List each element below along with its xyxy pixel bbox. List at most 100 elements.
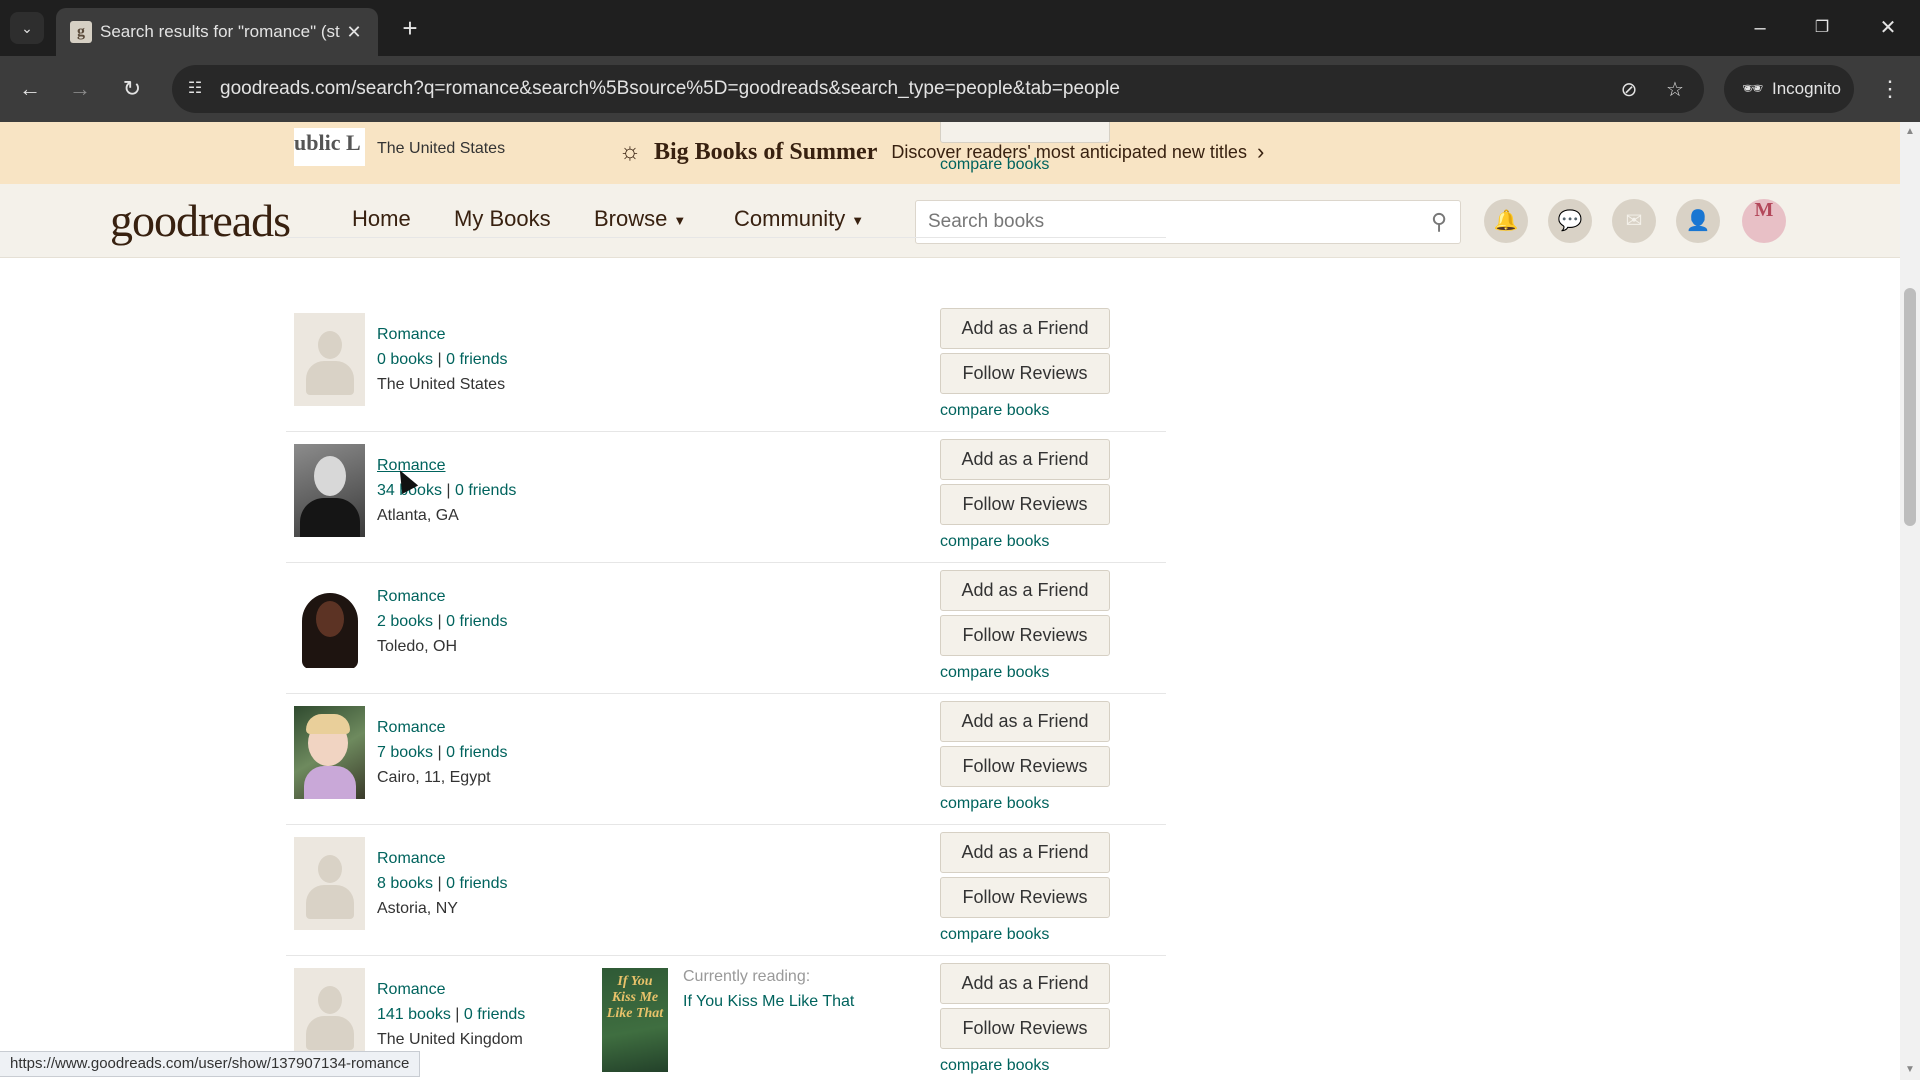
add-friend-button[interactable]: Add as a Friend: [940, 570, 1110, 611]
page-viewport: ☼ Big Books of Summer Discover readers' mo…: [0, 122, 1900, 1080]
compare-books-link[interactable]: compare books: [940, 156, 1049, 174]
add-friend-button[interactable]: Add as a Friend: [940, 439, 1110, 480]
add-friend-button[interactable]: Add as a Friend: [940, 308, 1110, 349]
compare-books-link[interactable]: compare books: [940, 402, 1049, 420]
search-icon[interactable]: ⚲: [1426, 209, 1452, 235]
currently-reading-label: Currently reading:: [683, 968, 811, 985]
scroll-down-arrow-icon[interactable]: ▼: [1900, 1060, 1920, 1080]
close-window-icon[interactable]: ✕: [1874, 14, 1902, 42]
messages-icon[interactable]: ✉: [1612, 199, 1656, 243]
tab-search-menu-button[interactable]: ⌄: [10, 12, 44, 44]
profile-picture-placeholder[interactable]: [294, 313, 365, 406]
follow-reviews-button[interactable]: [940, 122, 1110, 143]
location-text: Atlanta, GA: [377, 507, 459, 524]
user-stats: 141 books | 0 friends: [377, 1006, 526, 1023]
location-text: Toledo, OH: [377, 638, 458, 655]
profile-picture[interactable]: [294, 444, 365, 537]
result-row: Romance 7 books | 0 friends Cairo, 11, E…: [286, 694, 1166, 825]
result-row: Romance 34 books | 0 friends Atlanta, GA…: [286, 432, 1166, 563]
goodreads-favicon-icon: g: [70, 21, 92, 43]
books-count-link[interactable]: 7 books: [377, 744, 433, 761]
add-friend-button[interactable]: Add as a Friend: [940, 963, 1110, 1004]
scroll-up-arrow-icon[interactable]: ▲: [1900, 122, 1920, 142]
browser-tabstrip: ⌄ g Search results for "romance" (st ✕ +…: [0, 0, 1920, 56]
friends-count-link[interactable]: 0 friends: [446, 613, 507, 630]
minimize-icon[interactable]: –: [1746, 14, 1774, 42]
user-stats: 7 books | 0 friends: [377, 744, 508, 761]
compare-books-link[interactable]: compare books: [940, 533, 1049, 551]
friends-count-link[interactable]: 0 friends: [446, 351, 507, 368]
location-text: Astoria, NY: [377, 900, 458, 917]
user-name-link[interactable]: Romance: [377, 981, 445, 999]
chevron-right-icon: ›: [1256, 139, 1265, 164]
books-count-link[interactable]: 8 books: [377, 875, 433, 892]
books-count-link[interactable]: 2 books: [377, 613, 433, 630]
browser-toolbar: ← → ↻ ☷ goodreads.com/search?q=romance&s…: [0, 56, 1920, 122]
user-name-link[interactable]: Romance: [377, 719, 445, 737]
location-text: The United States: [377, 140, 506, 157]
browser-tab[interactable]: g Search results for "romance" (st ✕: [56, 8, 378, 56]
tab-title: Search results for "romance" (st: [100, 22, 340, 41]
compare-books-link[interactable]: compare books: [940, 795, 1049, 813]
currently-reading-book-link[interactable]: If You Kiss Me Like That: [683, 993, 854, 1011]
goodreads-logo[interactable]: goodreads: [110, 194, 291, 247]
discussions-icon[interactable]: 💬: [1548, 199, 1592, 243]
reload-icon[interactable]: ↻: [116, 73, 148, 105]
profile-picture[interactable]: [294, 706, 365, 799]
back-icon[interactable]: ←: [14, 73, 46, 105]
friends-count-link[interactable]: 0 friends: [464, 1006, 525, 1023]
profile-picture-placeholder[interactable]: [294, 837, 365, 930]
compare-books-link[interactable]: compare books: [940, 926, 1049, 944]
follow-reviews-button[interactable]: Follow Reviews: [940, 877, 1110, 918]
incognito-indicator[interactable]: 🕶 Incognito: [1724, 65, 1854, 113]
user-name-link[interactable]: Romance: [377, 326, 445, 344]
compare-books-link[interactable]: compare books: [940, 1057, 1049, 1075]
bookmark-star-icon[interactable]: ☆: [1662, 77, 1688, 103]
result-row: Romance 0 books | 0 friends The United S…: [286, 301, 1166, 432]
friends-count-link[interactable]: 0 friends: [455, 482, 516, 499]
follow-reviews-button[interactable]: Follow Reviews: [940, 746, 1110, 787]
user-name-link[interactable]: Romance: [377, 588, 445, 606]
user-stats: 0 books | 0 friends: [377, 351, 508, 368]
location-text: Cairo, 11, Egypt: [377, 769, 491, 786]
new-tab-icon[interactable]: +: [396, 14, 424, 42]
site-settings-icon[interactable]: ☷: [182, 76, 208, 102]
books-count-link[interactable]: 141 books: [377, 1006, 451, 1023]
result-row: Romance 2 books | 0 friends Toledo, OH A…: [286, 563, 1166, 694]
add-friend-button[interactable]: Add as a Friend: [940, 701, 1110, 742]
result-row-partial: ublic L The United States compare books: [286, 122, 1166, 238]
profile-avatar[interactable]: M: [1742, 199, 1786, 243]
user-stats: 2 books | 0 friends: [377, 613, 508, 630]
link-status-bar: https://www.goodreads.com/user/show/1379…: [0, 1051, 421, 1077]
profile-picture[interactable]: [294, 575, 365, 668]
compare-books-link[interactable]: compare books: [940, 664, 1049, 682]
book-cover-text: If You Kiss Me Like That: [606, 974, 664, 1021]
notifications-bell-icon[interactable]: 🔔: [1484, 199, 1528, 243]
address-bar[interactable]: ☷ goodreads.com/search?q=romance&search%…: [172, 65, 1704, 113]
restore-icon[interactable]: ❐: [1808, 14, 1836, 42]
add-friend-button[interactable]: Add as a Friend: [940, 832, 1110, 873]
friends-count-link[interactable]: 0 friends: [446, 875, 507, 892]
eye-off-icon[interactable]: ⊘: [1616, 77, 1642, 103]
friends-count-link[interactable]: 0 friends: [446, 744, 507, 761]
incognito-label: Incognito: [1772, 79, 1841, 98]
page-scrollbar[interactable]: ▲ ▼: [1900, 122, 1920, 1080]
scrollbar-thumb[interactable]: [1904, 288, 1916, 526]
user-name-link[interactable]: Romance: [377, 850, 445, 868]
location-text: The United States: [377, 376, 506, 393]
follow-reviews-button[interactable]: Follow Reviews: [940, 353, 1110, 394]
follow-reviews-button[interactable]: Follow Reviews: [940, 484, 1110, 525]
browser-menu-icon[interactable]: ⋮: [1876, 73, 1904, 105]
books-count-link[interactable]: 0 books: [377, 351, 433, 368]
profile-picture-placeholder[interactable]: [294, 968, 365, 1061]
forward-icon[interactable]: →: [64, 73, 96, 105]
incognito-icon: 🕶: [1742, 79, 1764, 98]
profile-picture[interactable]: ublic L: [294, 128, 365, 166]
friends-icon[interactable]: 👤: [1676, 199, 1720, 243]
book-cover[interactable]: If You Kiss Me Like That: [602, 968, 668, 1072]
url-text: goodreads.com/search?q=romance&search%5B…: [220, 78, 1120, 99]
follow-reviews-button[interactable]: Follow Reviews: [940, 615, 1110, 656]
user-stats: 8 books | 0 friends: [377, 875, 508, 892]
follow-reviews-button[interactable]: Follow Reviews: [940, 1008, 1110, 1049]
close-tab-icon[interactable]: ✕: [342, 20, 366, 44]
